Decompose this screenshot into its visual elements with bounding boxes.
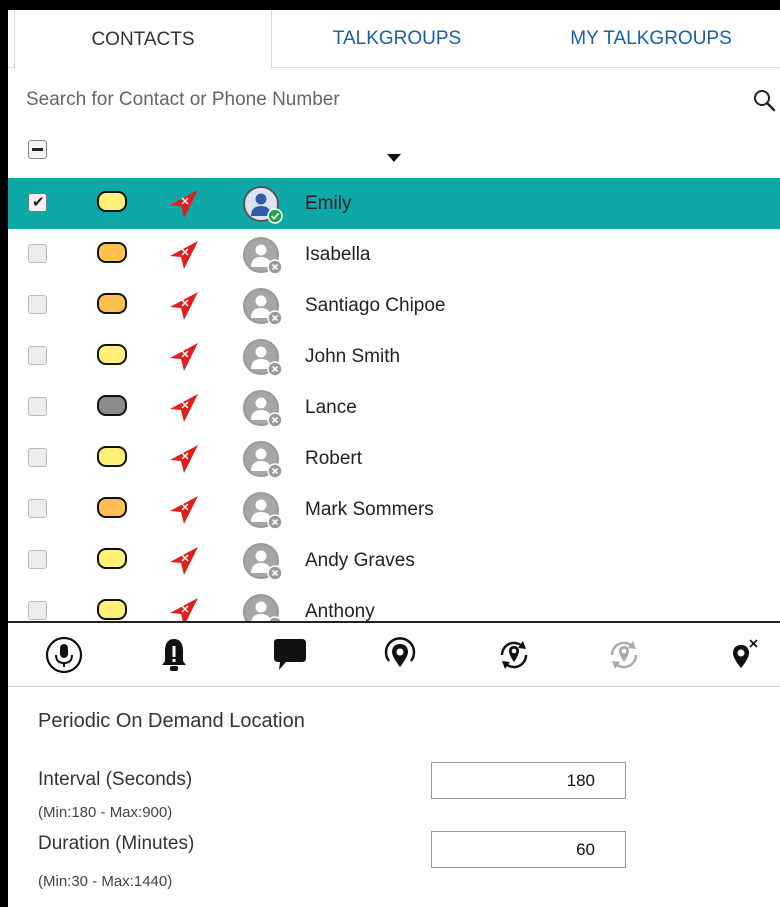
alert-bell-icon[interactable] <box>154 635 194 675</box>
contact-name: Emily <box>305 192 352 214</box>
contact-checkbox[interactable] <box>28 244 47 263</box>
status-indicator <box>97 191 127 212</box>
microphone-icon[interactable] <box>44 635 84 675</box>
list-header <box>8 134 780 174</box>
contact-name: Lance <box>305 396 357 418</box>
contact-checkbox[interactable] <box>28 601 47 620</box>
tab-talkgroups[interactable]: TALKGROUPS <box>272 10 522 68</box>
interval-input[interactable] <box>431 762 626 799</box>
checkmark-icon: ✔ <box>32 194 45 211</box>
location-arrow-icon <box>170 445 198 473</box>
periodic-location-settings: Periodic On Demand Location Interval (Se… <box>8 687 780 907</box>
status-indicator <box>97 446 127 467</box>
select-all-checkbox[interactable] <box>28 140 47 159</box>
contact-avatar-icon <box>243 390 283 428</box>
location-arrow-icon <box>170 394 198 422</box>
contact-row[interactable]: ✔ Emily <box>8 178 780 229</box>
contacts-panel: CONTACTS TALKGROUPS MY TALKGROUPS ✔ Emily… <box>8 10 780 907</box>
location-arrow-icon <box>170 190 198 218</box>
contact-row[interactable]: Lance <box>8 382 780 433</box>
contact-name: Isabella <box>305 243 371 265</box>
app-window: CONTACTS TALKGROUPS MY TALKGROUPS ✔ Emily… <box>0 0 780 907</box>
section-title: Periodic On Demand Location <box>38 710 305 732</box>
contact-avatar-icon <box>243 441 283 479</box>
contact-list[interactable]: ✔ Emily Isabella Santiago Chipoe John Smith L… <box>8 178 780 621</box>
contact-avatar-icon <box>243 237 283 275</box>
action-toolbar <box>8 623 780 686</box>
contact-name: Santiago Chipoe <box>305 294 446 316</box>
contact-name: Anthony <box>305 600 375 622</box>
duration-hint: (Min:30 - Max:1440) <box>38 873 173 890</box>
contact-checkbox[interactable] <box>28 397 47 416</box>
contact-checkbox[interactable] <box>28 448 47 467</box>
contact-avatar-icon <box>243 492 283 530</box>
duration-input[interactable] <box>431 831 626 868</box>
tab-bar: CONTACTS TALKGROUPS MY TALKGROUPS <box>8 10 780 69</box>
contact-name: Mark Sommers <box>305 498 434 520</box>
contact-row[interactable]: Robert <box>8 433 780 484</box>
location-arrow-icon <box>170 343 198 371</box>
search-icon[interactable] <box>752 88 776 112</box>
location-arrow-icon <box>170 241 198 269</box>
contact-avatar-icon <box>243 288 283 326</box>
location-arrow-icon <box>170 598 198 621</box>
contact-name: Andy Graves <box>305 549 415 571</box>
contact-avatar-icon <box>243 594 283 621</box>
status-indicator <box>97 293 127 314</box>
contact-checkbox[interactable]: ✔ <box>28 193 47 212</box>
contact-row[interactable]: Mark Sommers <box>8 484 780 535</box>
locate-icon[interactable] <box>380 635 420 675</box>
contact-row[interactable]: Anthony <box>8 586 780 621</box>
contact-row[interactable]: John Smith <box>8 331 780 382</box>
interval-label: Interval (Seconds) <box>38 769 193 790</box>
location-arrow-icon <box>170 547 198 575</box>
search-bar <box>8 76 780 124</box>
status-indicator <box>97 548 127 569</box>
contact-row[interactable]: Andy Graves <box>8 535 780 586</box>
interval-hint: (Min:180 - Max:900) <box>38 804 173 821</box>
contact-avatar-icon <box>243 339 283 377</box>
status-indicator <box>97 497 127 518</box>
message-icon[interactable] <box>270 635 310 675</box>
status-indicator <box>97 395 127 416</box>
contact-checkbox[interactable] <box>28 550 47 569</box>
search-input[interactable] <box>26 82 726 118</box>
contact-name: Robert <box>305 447 363 469</box>
contact-checkbox[interactable] <box>28 295 47 314</box>
location-arrow-icon <box>170 292 198 320</box>
status-indicator <box>97 344 127 365</box>
sort-dropdown-icon[interactable] <box>387 154 401 162</box>
location-arrow-icon <box>170 496 198 524</box>
clear-location-icon[interactable] <box>724 635 764 675</box>
status-indicator <box>97 599 127 620</box>
status-indicator <box>97 242 127 263</box>
tab-my-talkgroups[interactable]: MY TALKGROUPS <box>522 10 780 68</box>
contact-row[interactable]: Santiago Chipoe <box>8 280 780 331</box>
contact-row[interactable]: Isabella <box>8 229 780 280</box>
contact-avatar-icon <box>243 186 283 224</box>
tab-contacts[interactable]: CONTACTS <box>14 10 272 69</box>
contact-checkbox[interactable] <box>28 499 47 518</box>
duration-label: Duration (Minutes) <box>38 833 195 854</box>
periodic-location-icon[interactable] <box>494 635 534 675</box>
contact-name: John Smith <box>305 345 401 367</box>
stop-periodic-location-icon[interactable] <box>604 635 644 675</box>
contact-checkbox[interactable] <box>28 346 47 365</box>
contact-avatar-icon <box>243 543 283 581</box>
